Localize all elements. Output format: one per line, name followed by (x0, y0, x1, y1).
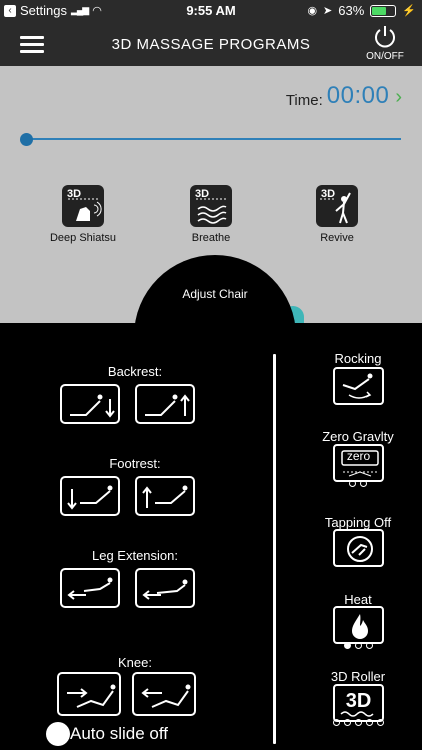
backrest-down-button[interactable] (60, 384, 120, 424)
program-deep-shiatsu[interactable]: 3D Deep Shiatsu (38, 185, 128, 244)
zero-gravity-text: zero (346, 449, 371, 463)
roller-level-dots (290, 719, 422, 726)
heat-label: Heat (344, 592, 372, 607)
power-label: ON/OFF (366, 51, 404, 62)
zero-gravity-level-dots (290, 480, 422, 487)
timer-label: Time: (285, 91, 323, 109)
zero-gravity-button[interactable]: zero (333, 444, 384, 482)
timer-row[interactable]: Time: 00:00 › (286, 82, 402, 110)
page-title: 3D MASSAGE PROGRAMS (111, 36, 311, 53)
adjust-chair-label: Adjust Chair (182, 287, 248, 301)
footrest-up-icon (142, 485, 188, 508)
leg-retract-icon (67, 577, 113, 600)
roller-label: 3D Roller (330, 669, 386, 684)
knee-label: Knee: (118, 655, 152, 670)
knee-down-button[interactable] (132, 672, 196, 716)
footrest-down-icon (67, 485, 113, 510)
nav-bar: 3D MASSAGE PROGRAMS ON/OFF (0, 22, 422, 66)
status-bar: ‹ Settings ▂▄▆ ◠ 9:55 AM ◉ ➤ 63% ⚡ (0, 0, 422, 22)
rocking-icon (342, 373, 373, 399)
program-label: Deep Shiatsu (49, 232, 117, 244)
timer-slider-track[interactable] (24, 138, 401, 140)
roller-button[interactable]: 3D (333, 684, 384, 722)
recline-up-icon (145, 394, 190, 416)
chevron-right-icon: › (395, 85, 402, 108)
charging-icon: ⚡ (402, 5, 416, 17)
backrest-up-button[interactable] (135, 384, 195, 424)
backrest-label: Backrest: (107, 364, 163, 379)
timer-value: 00:00 (326, 82, 390, 109)
breathe-icon: 3D (190, 185, 232, 227)
program-label: Breathe (191, 232, 231, 244)
auto-slide-toggle[interactable] (46, 722, 70, 746)
power-icon (375, 26, 395, 48)
tapping-button[interactable] (333, 529, 384, 567)
location-icon: ➤ (323, 5, 333, 17)
leg-extension-label: Leg Extension: (91, 548, 178, 563)
footrest-up-button[interactable] (135, 476, 195, 516)
power-button[interactable]: ON/OFF (360, 24, 410, 62)
leg-extend-icon (142, 579, 188, 600)
tapping-icon (347, 536, 373, 562)
auto-slide-label: Auto slide off (70, 724, 168, 743)
timer-slider-thumb[interactable] (20, 133, 33, 146)
recline-down-icon (70, 394, 115, 418)
roller-wave-icon (340, 711, 374, 717)
knee-up-icon (67, 684, 116, 708)
knee-down-icon (141, 684, 191, 708)
panel-divider (273, 354, 276, 744)
leg-extend-button[interactable] (135, 568, 195, 608)
heat-button[interactable] (333, 606, 384, 644)
program-label: Revive (320, 232, 354, 244)
heat-level-dots (290, 642, 422, 649)
rotation-lock-icon: ◉ (307, 5, 318, 17)
rocking-label: Rocking (334, 351, 382, 366)
battery-icon (370, 4, 397, 17)
battery-percent: 63% (338, 3, 365, 18)
rocking-button[interactable] (333, 367, 384, 405)
revive-icon: 3D (316, 185, 358, 227)
tapping-label: Tapping Off (324, 515, 392, 530)
program-revive[interactable]: 3D Revive (292, 185, 382, 244)
deep-shiatsu-icon: 3D (62, 185, 104, 227)
footrest-down-button[interactable] (60, 476, 120, 516)
leg-retract-button[interactable] (60, 568, 120, 608)
zero-gravity-label: Zero Gravlty (322, 429, 394, 444)
flame-icon (352, 614, 368, 639)
knee-up-button[interactable] (57, 672, 121, 716)
footrest-label: Footrest: (109, 456, 161, 471)
program-breathe[interactable]: 3D Breathe (166, 185, 256, 244)
